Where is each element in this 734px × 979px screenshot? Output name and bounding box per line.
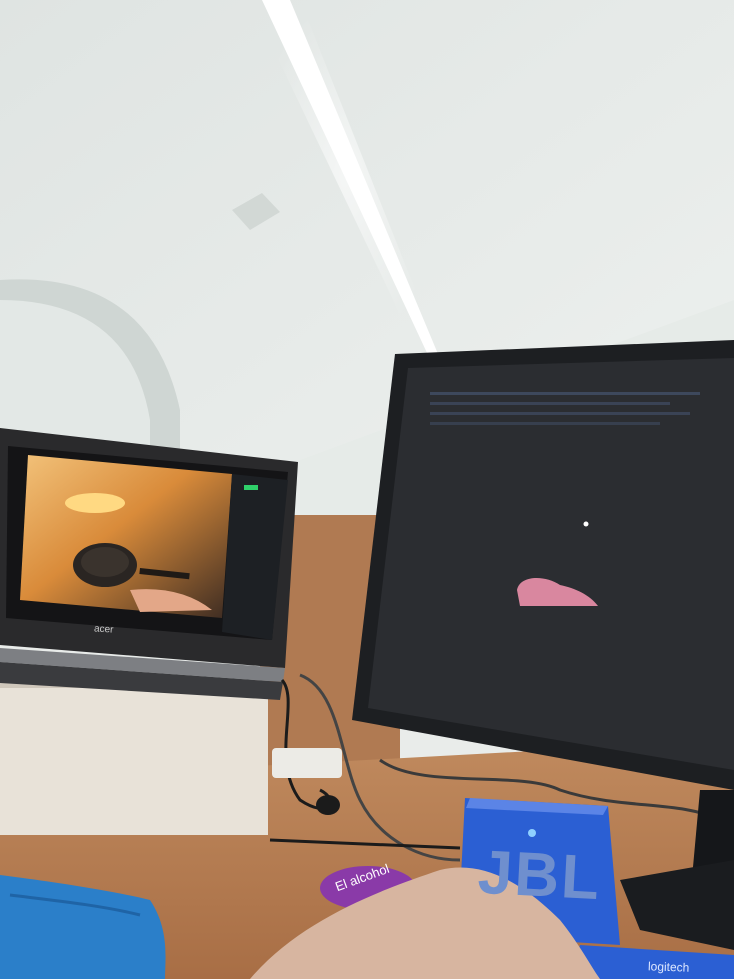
power-strip — [272, 748, 342, 778]
laptop-brand-label: acer — [93, 623, 114, 636]
speaker-brand-label: JBL — [476, 837, 603, 914]
laptop-icon — [0, 428, 298, 700]
mouse-brand-label: logitech — [647, 959, 690, 975]
cardboard-box — [0, 680, 268, 835]
scene-canvas — [0, 0, 734, 979]
photo-scene — [0, 0, 734, 979]
